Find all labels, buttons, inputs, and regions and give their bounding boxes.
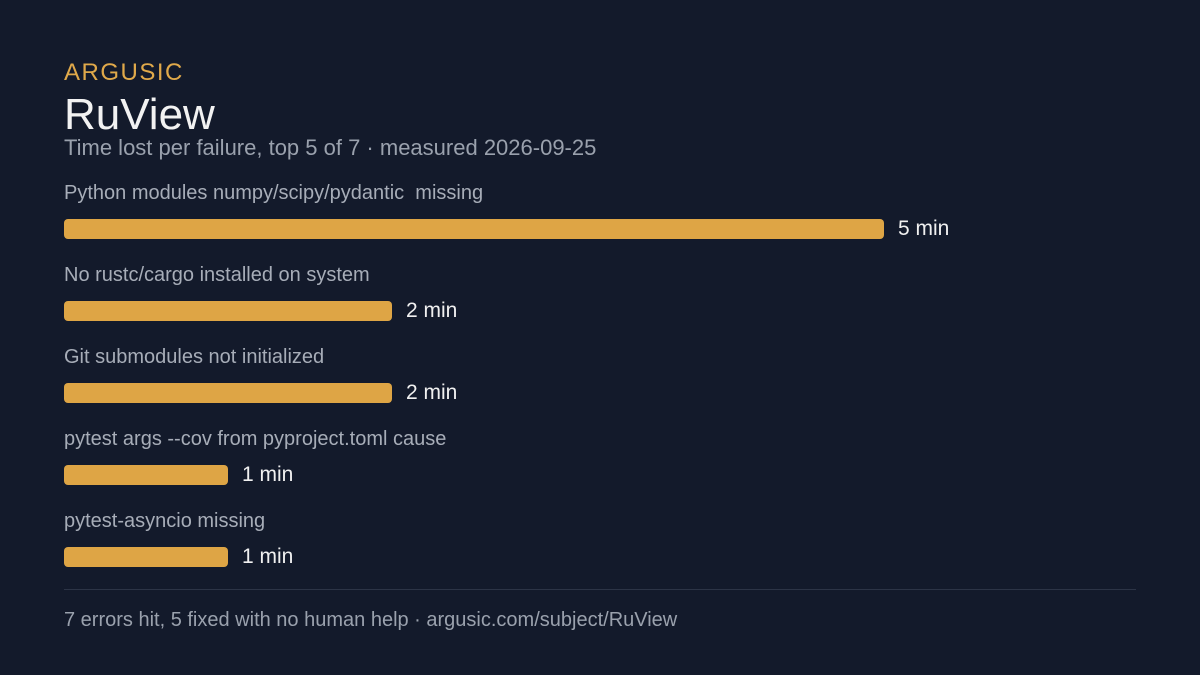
bar-category-label: pytest args --cov from pyproject.toml ca… <box>64 428 447 450</box>
bar-row: No rustc/cargo installed on system 2 min <box>64 260 1136 342</box>
bar <box>64 547 228 567</box>
bar-row: pytest args --cov from pyproject.toml ca… <box>64 424 1136 506</box>
bar-category-label: Git submodules not initialized <box>64 346 325 368</box>
bar-chart: Python modules numpy/scipy/pydantic miss… <box>64 178 1136 578</box>
chart-subtitle: Time lost per failure, top 5 of 7 · meas… <box>64 135 597 160</box>
chart-card: ARGUSIC RuView Time lost per failure, to… <box>64 0 1136 675</box>
bar-value-label: 5 min <box>898 217 950 240</box>
bar <box>64 219 884 239</box>
bar <box>64 301 392 321</box>
bar <box>64 465 228 485</box>
footer-text: 7 errors hit, 5 fixed with no human help… <box>64 609 678 631</box>
bar-value-label: 2 min <box>406 299 458 322</box>
bar-category-label: Python modules numpy/scipy/pydantic miss… <box>64 182 484 204</box>
brand-label: ARGUSIC <box>64 59 184 86</box>
bar-row: Python modules numpy/scipy/pydantic miss… <box>64 178 1136 260</box>
bar-category-label: No rustc/cargo installed on system <box>64 264 370 286</box>
bar-row: pytest-asyncio missing 1 min <box>64 506 1136 588</box>
bar-category-label: pytest-asyncio missing <box>64 510 266 532</box>
page-title: RuView <box>64 90 215 139</box>
bar-value-label: 1 min <box>242 463 294 486</box>
bar-value-label: 1 min <box>242 545 294 568</box>
bar-value-label: 2 min <box>406 381 458 404</box>
bar <box>64 383 392 403</box>
bar-row: Git submodules not initialized 2 min <box>64 342 1136 424</box>
footer-divider <box>64 589 1136 590</box>
